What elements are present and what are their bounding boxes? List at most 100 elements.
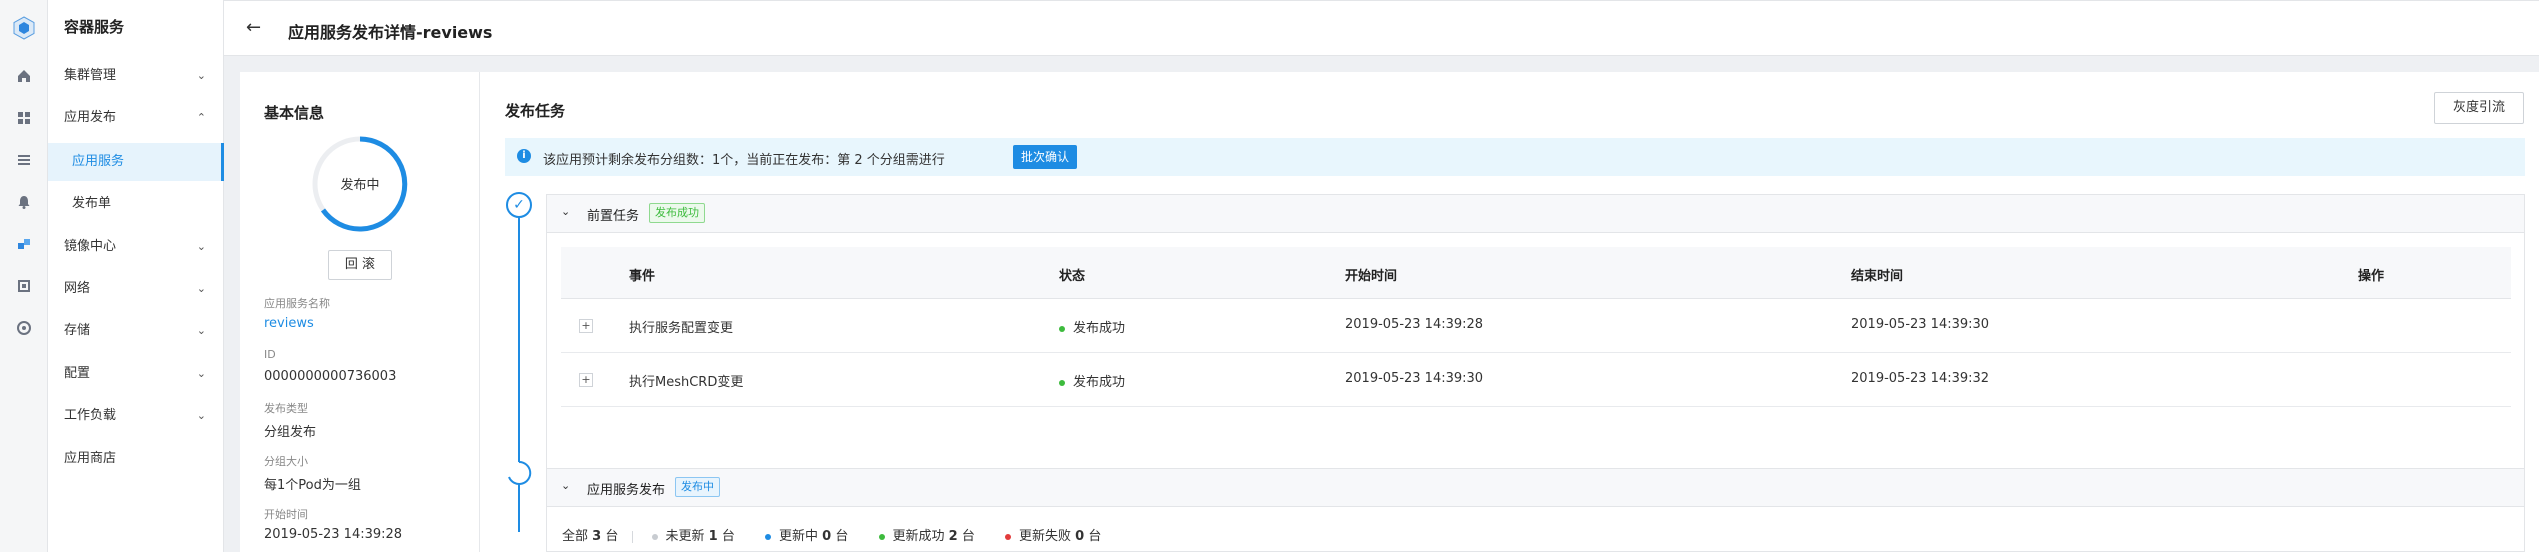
status-dot [765, 533, 771, 540]
field-value-group-size: 每1个Pod为一组 [264, 478, 361, 493]
event-cell: 执行服务配置变更 [629, 321, 734, 336]
basic-info-title: 基本信息 [264, 104, 325, 122]
apps-icon[interactable] [16, 236, 32, 252]
sidebar-item-label: 网络 [64, 281, 91, 296]
logo-icon[interactable] [12, 16, 36, 40]
bell-icon[interactable] [16, 194, 32, 210]
field-label-name: 应用服务名称 [264, 297, 330, 310]
sidebar-item-app-service[interactable]: 应用服务 [48, 143, 224, 181]
stat-update-failed: 更新失败 0 台 [1005, 529, 1101, 544]
chevron-down-icon: ⌄ [196, 409, 206, 422]
rollback-button[interactable]: 回 滚 [328, 250, 392, 280]
sidebar-item-app-store[interactable]: 应用商店 [48, 440, 224, 478]
status-text: 发布成功 [1073, 375, 1126, 390]
sidebar-item-label: 存储 [64, 323, 91, 338]
expand-icon[interactable]: + [579, 319, 593, 333]
status-dot [1059, 325, 1065, 332]
app-release-header[interactable]: ⌄ 应用服务发布 发布中 [547, 469, 2524, 507]
column-header-event: 事件 [629, 269, 656, 284]
field-label-start-time: 开始时间 [264, 508, 308, 521]
status-dot [878, 533, 885, 540]
status-badge: 发布中 [675, 477, 720, 497]
sidebar-item-cluster[interactable]: 集群管理 ⌄ [48, 57, 224, 95]
sidebar-item-app-release[interactable]: 应用发布 ⌃ [48, 99, 224, 137]
loading-icon [508, 460, 532, 485]
pre-task-header[interactable]: ⌄ 前置任务 发布成功 [547, 195, 2524, 233]
field-label-release-type: 发布类型 [264, 402, 308, 415]
column-header-start: 开始时间 [1345, 269, 1398, 284]
pre-task-card: ⌄ 前置任务 发布成功 事件 状态 开始时间 结束时间 操作 + 执行服务配置变… [546, 194, 2525, 510]
stat-updating: 更新中 0 台 [765, 529, 848, 544]
page-title: 应用服务发布详情-reviews [288, 23, 493, 42]
chevron-down-icon: ⌄ [196, 282, 206, 295]
page-header: ← 应用服务发布详情-reviews [224, 0, 2539, 56]
field-label-group-size: 分组大小 [264, 455, 308, 468]
start-time-cell: 2019-05-23 14:39:28 [1345, 317, 1484, 332]
stat-update-success: 更新成功 2 台 [878, 529, 975, 544]
notice-text: 该应用预计剩余发布分组数：1个，当前正在发布：第 2 个分组需进行 [543, 153, 945, 168]
column-header-action: 操作 [2358, 269, 2385, 284]
sidebar-item-label: 应用发布 [64, 110, 117, 125]
stat-total: 全部 3 台 [562, 529, 619, 544]
dashboard-icon[interactable] [16, 320, 32, 336]
sidebar-item-label: 配置 [64, 366, 91, 381]
start-time-cell: 2019-05-23 14:39:30 [1345, 371, 1484, 386]
sidebar: 容器服务 集群管理 ⌄ 应用发布 ⌃ 应用服务 发布单 镜像中心 ⌄ 网络 ⌄ 存储 ⌄ … [48, 0, 224, 552]
field-value-release-type: 分组发布 [264, 425, 317, 440]
status-cell: 发布成功 [1059, 317, 1125, 336]
home-icon[interactable] [16, 68, 32, 84]
app-title: 容器服务 [64, 18, 125, 36]
app-release-title: 应用服务发布 [587, 483, 666, 498]
divider [632, 530, 634, 543]
end-time-cell: 2019-05-23 14:39:32 [1851, 371, 1990, 386]
chevron-down-icon: ⌄ [196, 69, 206, 82]
chevron-down-icon: ⌄ [196, 367, 206, 380]
release-status-text: 发布中 [340, 178, 380, 193]
field-label-id: ID [264, 348, 276, 361]
sidebar-item-label: 发布单 [72, 196, 112, 211]
gray-traffic-button[interactable]: 灰度引流 [2434, 92, 2524, 124]
release-task-panel: 发布任务 灰度引流 i 该应用预计剩余发布分组数：1个，当前正在发布：第 2 个… [480, 72, 2539, 552]
chevron-down-icon[interactable]: ⌄ [561, 479, 570, 492]
basic-info-panel: 基本信息 发布中 回 滚 应用服务名称 reviews ID 000000000… [240, 72, 480, 552]
column-header-status: 状态 [1059, 269, 1086, 284]
field-value-start-time: 2019-05-23 14:39:28 [264, 527, 403, 542]
list-icon[interactable] [16, 152, 32, 168]
release-stats: 全部 3 台 未更新 1 台 更新中 0 台 更新成功 2 台 更新失败 0 台 [562, 525, 1127, 544]
sidebar-item-label: 应用服务 [72, 154, 125, 169]
status-dot [1059, 379, 1065, 386]
app-release-card: ⌄ 应用服务发布 发布中 全部 3 台 未更新 1 台 更新中 0 台 更新成功… [546, 468, 2525, 552]
status-dot [651, 533, 658, 540]
sidebar-item-label: 工作负载 [64, 408, 117, 423]
column-header-end: 结束时间 [1851, 269, 1904, 284]
table-row: + 执行MeshCRD变更 发布成功 2019-05-23 14:39:30 2… [561, 353, 2511, 407]
pre-task-title: 前置任务 [587, 209, 640, 224]
table-header: 事件 状态 开始时间 结束时间 操作 [561, 247, 2511, 299]
notice-bar: i 该应用预计剩余发布分组数：1个，当前正在发布：第 2 个分组需进行 批次确认 [505, 138, 2525, 176]
chevron-down-icon: ⌄ [196, 324, 206, 337]
end-time-cell: 2019-05-23 14:39:30 [1851, 317, 1990, 332]
info-icon: i [517, 149, 531, 163]
chevron-down-icon[interactable]: ⌄ [561, 205, 570, 218]
chevron-up-icon: ⌃ [196, 111, 206, 124]
back-arrow-icon[interactable]: ← [246, 17, 261, 38]
field-value-id: 0000000000736003 [264, 369, 397, 384]
sidebar-item-release-order[interactable]: 发布单 [48, 185, 224, 223]
box-icon[interactable] [16, 278, 32, 294]
status-badge: 发布成功 [649, 203, 705, 223]
sidebar-item-workload[interactable]: 工作负载 ⌄ [48, 397, 224, 435]
sidebar-item-label: 镜像中心 [64, 239, 117, 254]
sidebar-item-label: 应用商店 [64, 451, 117, 466]
table-row: + 执行服务配置变更 发布成功 2019-05-23 14:39:28 2019… [561, 299, 2511, 353]
sidebar-item-network[interactable]: 网络 ⌄ [48, 270, 224, 308]
grid-icon[interactable] [16, 110, 32, 126]
chevron-down-icon: ⌄ [196, 240, 206, 253]
sidebar-item-image-center[interactable]: 镜像中心 ⌄ [48, 228, 224, 266]
sidebar-item-storage[interactable]: 存储 ⌄ [48, 312, 224, 350]
app-service-name-link[interactable]: reviews [264, 316, 314, 331]
batch-confirm-button[interactable]: 批次确认 [1013, 145, 1078, 169]
expand-icon[interactable]: + [579, 373, 593, 387]
stat-not-updated: 未更新 1 台 [651, 529, 735, 544]
sidebar-item-config[interactable]: 配置 ⌄ [48, 355, 224, 393]
check-icon: ✓ [506, 192, 532, 218]
